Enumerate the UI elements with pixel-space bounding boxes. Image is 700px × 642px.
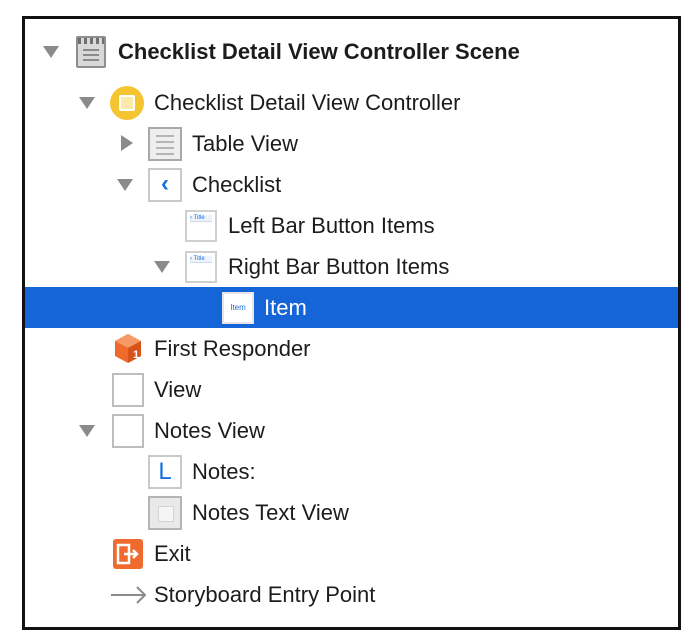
outline-row-view-controller[interactable]: Checklist Detail View Controller <box>25 82 678 123</box>
disclosure-triangle-expanded-icon[interactable] <box>117 179 133 191</box>
view-icon <box>112 373 144 407</box>
outline-row-entry-point[interactable]: Storyboard Entry Point <box>25 574 678 615</box>
outline-row-left-bar-items[interactable]: ‹ Title Left Bar Button Items <box>25 205 678 246</box>
outline-row-notes-text-view[interactable]: Notes Text View <box>25 492 678 533</box>
outline-row-bar-item[interactable]: Item Item <box>25 287 678 328</box>
label-icon: L <box>148 455 182 489</box>
first-responder-label: First Responder <box>154 336 311 361</box>
disclosure-triangle-collapsed-icon[interactable] <box>121 135 133 151</box>
outline-row-first-responder[interactable]: 1 First Responder <box>25 328 678 369</box>
scene-label: Checklist Detail View Controller Scene <box>118 39 520 64</box>
notes-text-view-label: Notes Text View <box>192 500 349 525</box>
outline-row-notes-label[interactable]: L Notes: <box>25 451 678 492</box>
left-bar-items-label: Left Bar Button Items <box>228 213 435 238</box>
first-responder-icon: 1 <box>112 332 144 364</box>
view-label: View <box>154 377 202 402</box>
outline-row-notes-view[interactable]: Notes View <box>25 410 678 451</box>
disclosure-triangle-expanded-icon[interactable] <box>79 97 95 109</box>
view-controller-icon <box>110 86 144 120</box>
outline-row-view[interactable]: View <box>25 369 678 410</box>
outline-row-right-bar-items[interactable]: ‹ Title Right Bar Button Items <box>25 246 678 287</box>
view-controller-label: Checklist Detail View Controller <box>154 90 461 115</box>
exit-icon <box>112 538 144 570</box>
bar-button-items-icon: ‹ Title <box>185 210 217 242</box>
exit-label: Exit <box>154 541 191 566</box>
outline-row-table-view[interactable]: Table View <box>25 123 678 164</box>
right-bar-items-label: Right Bar Button Items <box>228 254 450 279</box>
document-outline: Checklist Detail View Controller Scene C… <box>22 16 681 630</box>
arrow-right-icon <box>110 584 148 606</box>
table-view-label: Table View <box>192 131 298 156</box>
navigation-item-label: Checklist <box>192 172 282 197</box>
outline-row-navigation-item[interactable]: ‹ Checklist <box>25 164 678 205</box>
disclosure-triangle-expanded-icon[interactable] <box>79 425 95 437</box>
entry-point-label: Storyboard Entry Point <box>154 582 376 607</box>
disclosure-triangle-expanded-icon[interactable] <box>154 261 170 273</box>
disclosure-triangle-expanded-icon[interactable] <box>43 46 59 58</box>
text-view-icon <box>148 496 182 530</box>
bar-item-label: Item <box>264 295 307 320</box>
view-icon <box>112 414 144 448</box>
notes-label-label: Notes: <box>192 459 256 484</box>
table-view-icon <box>148 127 182 161</box>
outline-row-exit[interactable]: Exit <box>25 533 678 574</box>
notes-view-label: Notes View <box>154 418 265 443</box>
navigation-item-icon: ‹ <box>148 168 182 202</box>
bar-button-items-icon: ‹ Title <box>185 251 217 283</box>
svg-text:1: 1 <box>133 349 139 361</box>
scene-icon <box>76 36 106 68</box>
bar-button-item-icon: Item <box>222 292 254 324</box>
outline-row-scene[interactable]: Checklist Detail View Controller Scene <box>25 31 678 72</box>
